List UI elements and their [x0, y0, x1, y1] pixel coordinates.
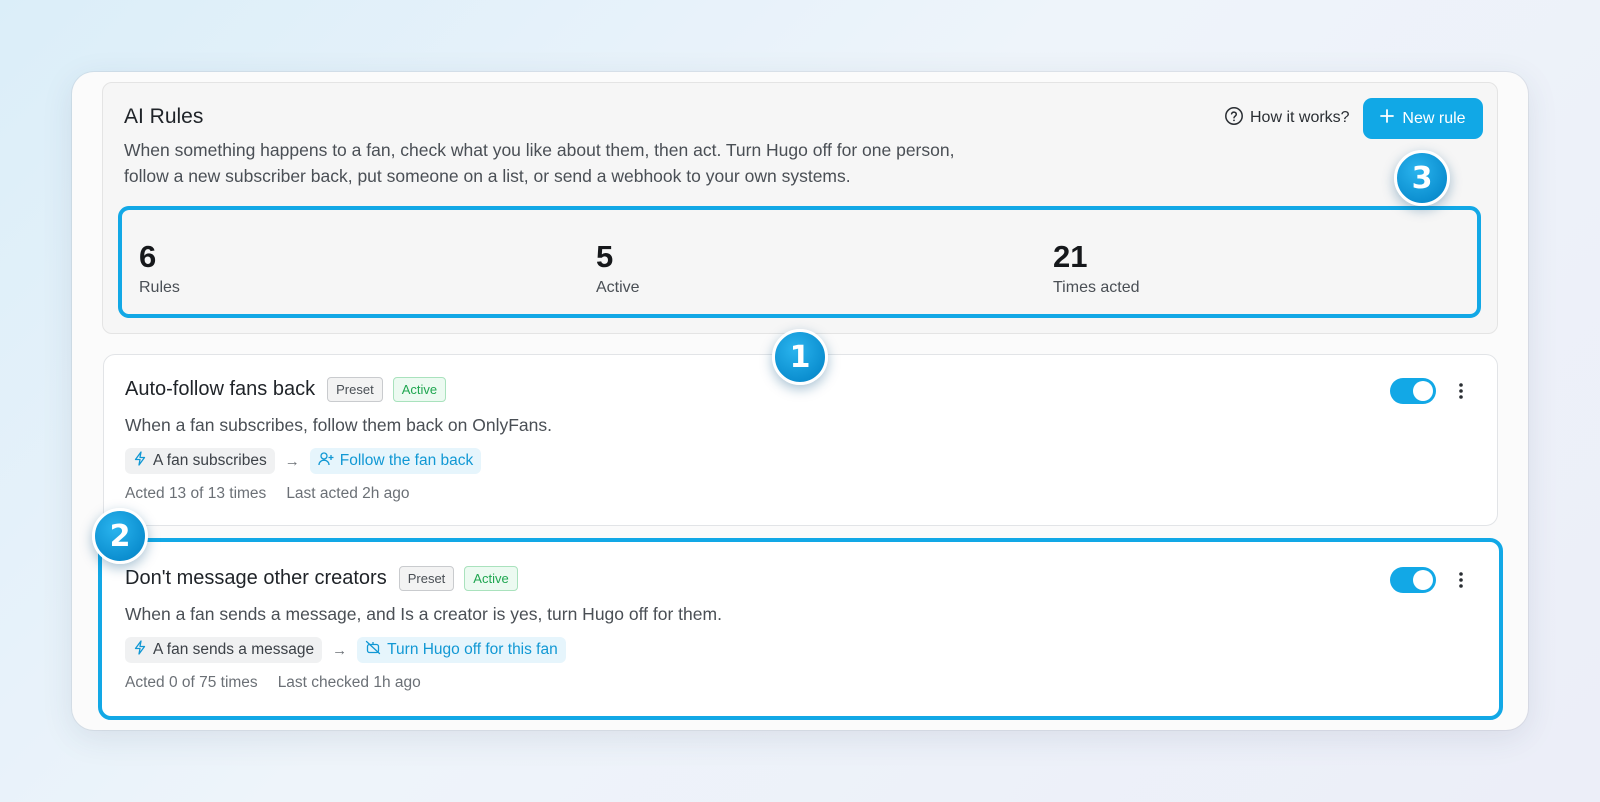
stat-times-acted-value: 21: [1053, 239, 1088, 274]
rule-toggle[interactable]: [1390, 567, 1436, 593]
stat-rules-label: Rules: [139, 279, 180, 296]
rule-title: Don't message other creators: [125, 567, 387, 589]
bolt-icon: [133, 451, 147, 471]
action-chip: Follow the fan back: [309, 448, 482, 474]
active-tag: Active: [464, 566, 518, 591]
last-acted: Last acted 2h ago: [286, 485, 410, 502]
active-tag: Active: [392, 377, 447, 402]
more-vertical-icon[interactable]: [1451, 567, 1471, 593]
rule-meta: Acted 0 of 75 times Last checked 1h ago: [125, 674, 421, 692]
rule-description: When a fan subscribes, follow them back …: [125, 415, 553, 435]
rule-description: When a fan sends a message, and Is a cre…: [125, 604, 722, 624]
last-checked: Last checked 1h ago: [277, 674, 421, 691]
rule-title-row: Auto-follow fans back Preset Active: [125, 377, 447, 402]
acted-count: Acted 0 of 75 times: [125, 674, 258, 691]
action-label: Turn Hugo off for this fan: [387, 641, 558, 658]
callout-badge-2: 2: [92, 508, 148, 564]
stat-active-label: Active: [596, 279, 640, 296]
help-circle-icon: [1224, 106, 1244, 131]
callout-badge-1: 1: [772, 329, 828, 385]
preset-tag: Preset: [327, 377, 383, 402]
acted-count: Acted 13 of 13 times: [125, 485, 267, 502]
rule-toggle[interactable]: [1390, 378, 1436, 404]
how-it-works-link[interactable]: How it works?: [1224, 106, 1350, 130]
stat-times-acted: 21 Times acted: [1053, 238, 1140, 297]
rule-title-row: Don't message other creators Preset Acti…: [125, 566, 518, 591]
callout-badge-3: 3: [1394, 150, 1450, 206]
user-plus-icon: [318, 451, 334, 471]
preset-tag: Preset: [398, 566, 455, 591]
rule-title: Auto-follow fans back: [125, 378, 316, 400]
trigger-chip: A fan subscribes: [125, 448, 275, 474]
stat-times-acted-label: Times acted: [1053, 279, 1140, 296]
toggle-knob: [1413, 570, 1433, 590]
rule-meta: Acted 13 of 13 times Last acted 2h ago: [125, 485, 410, 503]
action-chip: Turn Hugo off for this fan: [357, 637, 566, 663]
page-title: AI Rules: [124, 105, 204, 128]
trigger-label: A fan subscribes: [153, 452, 267, 469]
stat-active-value: 5: [596, 239, 614, 274]
stat-rules: 6 Rules: [139, 238, 180, 297]
stat-active: 5 Active: [596, 238, 640, 297]
toggle-knob: [1413, 381, 1433, 401]
trigger-chip: A fan sends a message: [125, 637, 323, 663]
arrow-right-icon: →: [332, 641, 348, 659]
bot-off-icon: [365, 640, 381, 660]
stats-highlight: [118, 206, 1481, 318]
new-rule-button[interactable]: New rule: [1363, 98, 1483, 139]
how-it-works-label: How it works?: [1250, 109, 1350, 126]
plus-icon: [1380, 109, 1395, 128]
rule-flow: A fan sends a message → Turn Hugo off fo…: [125, 637, 566, 663]
arrow-right-icon: →: [284, 452, 300, 470]
stat-rules-value: 6: [139, 239, 157, 274]
more-vertical-icon[interactable]: [1451, 378, 1471, 404]
trigger-label: A fan sends a message: [153, 641, 315, 658]
new-rule-label: New rule: [1402, 109, 1466, 127]
rule-flow: A fan subscribes → Follow the fan back: [125, 448, 482, 474]
bolt-icon: [133, 640, 147, 660]
action-label: Follow the fan back: [339, 452, 474, 469]
page-description: When something happens to a fan, check w…: [124, 140, 955, 186]
